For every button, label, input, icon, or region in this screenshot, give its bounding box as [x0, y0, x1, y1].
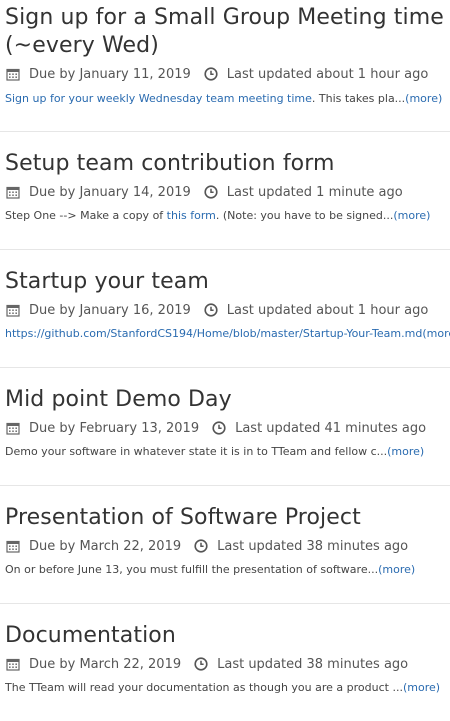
due-date: Due by January 16, 2019	[29, 302, 191, 318]
assignment-meta: Due by February 13, 2019 Last updated 41…	[6, 419, 426, 437]
due-date: Due by March 22, 2019	[29, 656, 182, 672]
last-updated: Last updated 38 minutes ago	[217, 656, 409, 672]
assignment-title[interactable]: Documentation	[5, 622, 445, 650]
assignment-description: Sign up for your weekly Wednesday team m…	[5, 92, 450, 106]
calendar-icon	[6, 67, 20, 81]
clock-icon	[194, 657, 208, 671]
calendar-icon	[6, 185, 20, 199]
calendar-icon	[6, 421, 20, 435]
description-text: Demo your software in whatever state it …	[5, 445, 388, 458]
description-text: . (Note: you have to be signed...	[215, 209, 394, 222]
more-link[interactable]: (more)	[378, 563, 415, 576]
calendar-icon	[6, 539, 20, 553]
clock-icon	[212, 421, 226, 435]
more-link[interactable]: (more)	[387, 445, 424, 458]
assignment-description: https://github.com/StanfordCS194/Home/bl…	[5, 327, 450, 341]
due-date: Due by February 13, 2019	[29, 420, 200, 436]
description-text: Step One --> Make a copy of	[5, 209, 167, 222]
clock-icon	[204, 67, 218, 81]
assignment-card: Mid point Demo Day Due by February 13, 2…	[0, 368, 450, 486]
more-link[interactable]: (more)	[403, 681, 440, 694]
last-updated: Last updated about 1 hour ago	[226, 302, 429, 318]
description-link[interactable]: https://github.com/StanfordCS194/Home/bl…	[5, 327, 422, 340]
assignment-meta: Due by January 11, 2019 Last updated abo…	[6, 65, 428, 83]
assignment-title[interactable]: Mid point Demo Day	[5, 386, 445, 414]
assignment-card: Sign up for a Small Group Meeting time (…	[0, 0, 450, 132]
assignment-card: Setup team contribution form Due by Janu…	[0, 132, 450, 250]
due-date: Due by January 14, 2019	[29, 184, 191, 200]
assignment-title[interactable]: Presentation of Software Project	[5, 504, 445, 532]
clock-icon	[204, 303, 218, 317]
assignment-description: On or before June 13, you must fulfill t…	[5, 563, 450, 577]
calendar-icon	[6, 657, 20, 671]
assignment-description: Step One --> Make a copy of this form. (…	[5, 209, 450, 223]
assignment-description: Demo your software in whatever state it …	[5, 445, 450, 459]
last-updated: Last updated 38 minutes ago	[217, 538, 409, 554]
description-link[interactable]: this form	[167, 209, 216, 222]
assignment-card: Documentation Due by March 22, 2019 Last…	[0, 604, 450, 721]
assignment-title[interactable]: Startup your team	[5, 268, 445, 296]
last-updated: Last updated 41 minutes ago	[235, 420, 427, 436]
assignment-card: Startup your team Due by January 16, 201…	[0, 250, 450, 368]
assignment-title[interactable]: Sign up for a Small Group Meeting time (…	[5, 4, 445, 60]
due-date: Due by January 11, 2019	[29, 66, 191, 82]
calendar-icon	[6, 303, 20, 317]
clock-icon	[204, 185, 218, 199]
description-text: On or before June 13, you must fulfill t…	[5, 563, 379, 576]
last-updated: Last updated about 1 hour ago	[226, 66, 429, 82]
due-date: Due by March 22, 2019	[29, 538, 182, 554]
assignment-title[interactable]: Setup team contribution form	[5, 150, 445, 178]
description-link[interactable]: Sign up for your weekly Wednesday team m…	[5, 92, 312, 105]
description-text: The TTeam will read your documentation a…	[5, 681, 403, 694]
more-link[interactable]: (more)	[422, 327, 450, 340]
last-updated: Last updated 1 minute ago	[226, 184, 403, 200]
assignment-card: Presentation of Software Project Due by …	[0, 486, 450, 604]
description-text: . This takes pla...	[311, 92, 406, 105]
more-link[interactable]: (more)	[405, 92, 442, 105]
clock-icon	[194, 539, 208, 553]
assignment-meta: Due by January 16, 2019 Last updated abo…	[6, 301, 428, 319]
assignment-meta: Due by March 22, 2019 Last updated 38 mi…	[6, 655, 408, 673]
assignment-description: The TTeam will read your documentation a…	[5, 681, 450, 695]
assignment-meta: Due by January 14, 2019 Last updated 1 m…	[6, 183, 403, 201]
more-link[interactable]: (more)	[393, 209, 430, 222]
assignment-meta: Due by March 22, 2019 Last updated 38 mi…	[6, 537, 408, 555]
